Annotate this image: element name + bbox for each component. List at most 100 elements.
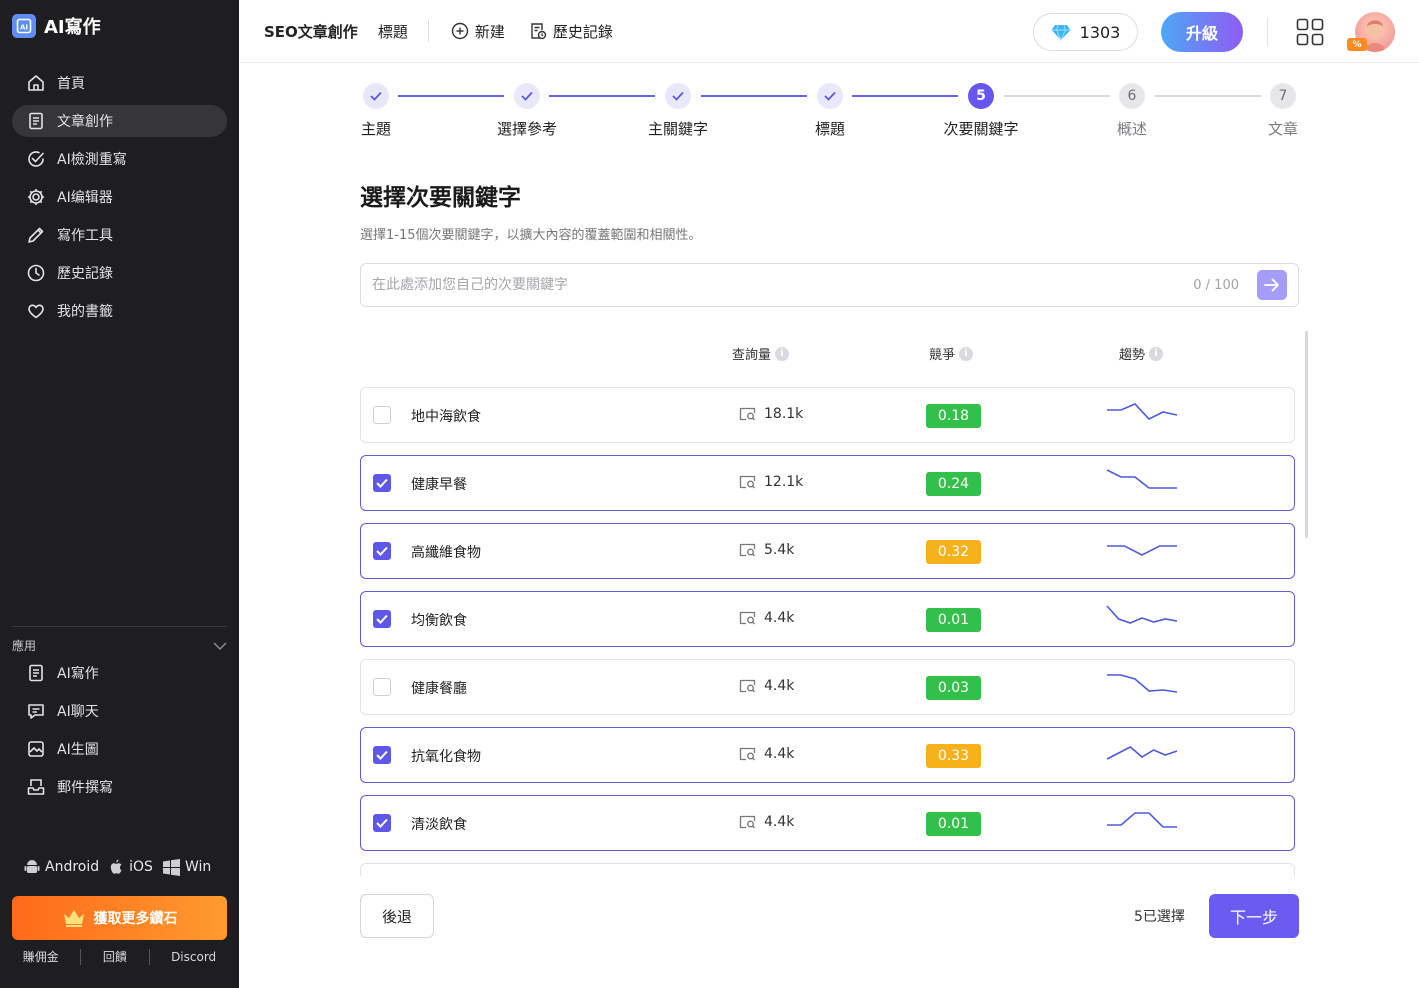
- sidebar-item-writing-tools[interactable]: 寫作工具: [12, 219, 227, 251]
- feedback-link[interactable]: 回饋: [103, 948, 127, 965]
- back-button[interactable]: 後退: [360, 894, 434, 938]
- trend-line: [1106, 746, 1178, 760]
- keyword-row[interactable]: 高纖維食物 5.4k 0.32: [360, 523, 1295, 579]
- keyword-checkbox[interactable]: [373, 542, 391, 560]
- plus-circle-icon: [451, 22, 469, 40]
- new-button[interactable]: 新建: [451, 21, 505, 42]
- keyword-checkbox[interactable]: [373, 814, 391, 832]
- commission-link[interactable]: 賺佣金: [23, 948, 59, 965]
- competition-badge: 0.03: [926, 676, 981, 700]
- sidebar-item-ai-detect[interactable]: AI檢測重寫: [12, 143, 227, 175]
- apps-grid-icon[interactable]: [1296, 18, 1324, 50]
- keyword-row[interactable]: 健康餐廳 4.4k 0.03: [360, 659, 1295, 715]
- sidebar-item-ai-image[interactable]: AI生圖: [12, 733, 227, 765]
- heart-icon: [28, 304, 44, 319]
- trend-line: [1106, 469, 1177, 489]
- chat-icon: [28, 704, 44, 719]
- step-topic[interactable]: 主題: [316, 83, 436, 139]
- keyword-row[interactable]: 均衡飲食 4.4k 0.01: [360, 591, 1295, 647]
- info-icon[interactable]: i: [775, 346, 790, 361]
- step-outline: 6 概述: [1072, 83, 1192, 139]
- trend-line: [1106, 605, 1178, 624]
- keyword-checkbox[interactable]: [373, 746, 391, 764]
- pen-icon: [28, 227, 44, 243]
- volume-value: 4.4k: [764, 746, 795, 762]
- keyword-row[interactable]: [360, 863, 1295, 876]
- search-volume: 4.4k: [739, 814, 794, 830]
- info-icon[interactable]: i: [1149, 346, 1164, 361]
- step-main-keyword[interactable]: 主關鍵字: [618, 83, 738, 139]
- android-link[interactable]: Android: [24, 858, 99, 876]
- keyword-row[interactable]: 健康早餐 12.1k 0.24: [360, 455, 1295, 511]
- keyword-checkbox[interactable]: [373, 678, 391, 696]
- sidebar-item-home[interactable]: 首頁: [12, 67, 227, 99]
- apps-section-header[interactable]: 應用: [12, 637, 227, 654]
- sidebar: AI AI寫作 首頁 文章創作 AI檢測重寫 AI编辑器 寫作工具 歷史記錄 我…: [0, 0, 239, 988]
- chevron-down-icon[interactable]: [213, 641, 227, 651]
- step-references[interactable]: 選擇參考: [467, 83, 587, 139]
- cta-label: 獲取更多鑽石: [93, 911, 178, 927]
- keyword-row[interactable]: 清淡飲食 4.4k 0.01: [360, 795, 1295, 851]
- clock-icon: [27, 264, 45, 282]
- divider: [12, 626, 227, 627]
- sidebar-item-label: 歷史記錄: [57, 266, 113, 282]
- windows-link[interactable]: Win: [162, 858, 212, 876]
- search-volume: 18.1k: [739, 406, 803, 422]
- ios-link[interactable]: iOS: [109, 858, 153, 876]
- keyword-checkbox[interactable]: [373, 610, 391, 628]
- app-logo[interactable]: AI AI寫作: [12, 13, 101, 39]
- competition-badge: 0.18: [926, 404, 981, 428]
- sidebar-item-mail[interactable]: 郵件撰寫: [12, 771, 227, 803]
- sidebar-item-label: 文章創作: [57, 114, 113, 130]
- diamond-count: 1303: [1079, 22, 1121, 42]
- add-keyword-button[interactable]: [1257, 270, 1287, 300]
- step-title[interactable]: 標題: [770, 83, 890, 139]
- sidebar-item-ai-writing[interactable]: AI寫作: [12, 657, 227, 689]
- keyword-list: 地中海飲食 18.1k 0.18 健康早餐 12.1k 0.24 高纖維食物 5.4k 0.32…: [360, 387, 1295, 876]
- volume-value: 4.4k: [764, 678, 795, 694]
- keyword-row[interactable]: 抗氧化食物 4.4k 0.33: [360, 727, 1295, 783]
- sidebar-item-history[interactable]: 歷史記錄: [12, 257, 227, 289]
- header-left: SEO文章創作 標題 新建 歷史記錄: [264, 20, 637, 42]
- search-volume-icon: [739, 543, 756, 557]
- sidebar-item-label: 我的書籤: [57, 304, 113, 320]
- image-icon: [28, 741, 44, 757]
- mail-tray-icon: [27, 779, 45, 795]
- top-header: SEO文章創作 標題 新建 歷史記錄 1303 升級 %: [239, 0, 1419, 63]
- sidebar-item-ai-editor[interactable]: AI编辑器: [12, 181, 227, 213]
- keyword-checkbox[interactable]: [373, 474, 391, 492]
- keyword-text: 抗氧化食物: [411, 749, 481, 765]
- column-label: 競爭: [929, 348, 956, 363]
- step-label: 主關鍵字: [647, 120, 708, 138]
- competition-badge: 0.01: [926, 812, 981, 836]
- keyword-text: 均衡飲食: [411, 613, 467, 629]
- keyword-input[interactable]: [361, 264, 1194, 306]
- check-circle-icon: [28, 151, 44, 167]
- discord-link[interactable]: Discord: [171, 950, 216, 964]
- sidebar-item-bookmarks[interactable]: 我的書籤: [12, 295, 227, 327]
- info-icon[interactable]: i: [959, 346, 974, 361]
- get-more-diamonds-button[interactable]: 獲取更多鑽石: [12, 896, 227, 940]
- diamond-balance[interactable]: 1303: [1033, 13, 1138, 51]
- gear-icon: [28, 189, 44, 205]
- upgrade-button[interactable]: 升級: [1161, 12, 1243, 52]
- search-volume: 4.4k: [739, 746, 794, 762]
- windows-label: Win: [184, 859, 212, 875]
- trend-line: [1107, 545, 1177, 556]
- divider: [427, 20, 429, 42]
- next-button[interactable]: 下一步: [1209, 894, 1299, 938]
- keyword-row[interactable]: 地中海飲食 18.1k 0.18: [360, 387, 1295, 443]
- document-icon: [29, 112, 43, 130]
- competition-badge: 0.33: [926, 744, 981, 768]
- sidebar-item-ai-chat[interactable]: AI聊天: [12, 695, 227, 727]
- search-volume: 5.4k: [739, 542, 794, 558]
- progress-stepper: 主題 選擇參考 主關鍵字 標題 5 次要關鍵字 6 概述 7 文章: [239, 80, 1419, 150]
- logo-icon: AI: [12, 14, 36, 38]
- sidebar-item-article[interactable]: 文章創作: [12, 105, 227, 137]
- scrollbar[interactable]: [1305, 331, 1308, 538]
- check-icon: [376, 478, 388, 488]
- history-button[interactable]: 歷史記錄: [529, 21, 613, 42]
- svg-text:AI: AI: [20, 24, 28, 32]
- step-secondary-keywords[interactable]: 5 次要關鍵字: [921, 83, 1041, 139]
- keyword-checkbox[interactable]: [373, 406, 391, 424]
